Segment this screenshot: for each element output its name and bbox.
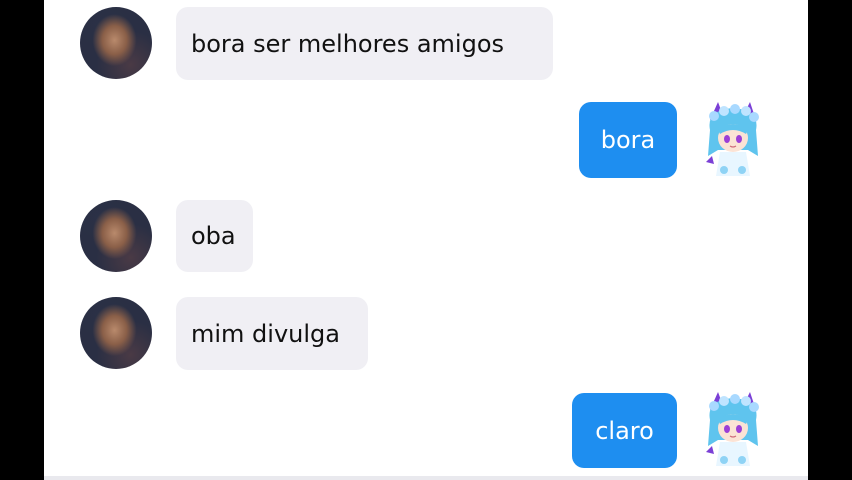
outgoing-message-bubble[interactable]: claro [572,393,677,468]
anime-character-icon [706,102,759,176]
my-avatar-icon[interactable] [702,100,764,176]
message-text: mim divulga [191,319,340,348]
chat-conversation: bora ser melhores amigos bora oba mim di… [44,0,808,476]
message-text: bora [600,126,656,154]
bottom-divider [44,476,808,480]
incoming-message-bubble[interactable]: mim divulga [176,297,368,370]
anime-character-icon [706,392,759,466]
friend-avatar[interactable] [80,200,152,272]
friend-avatar[interactable] [80,7,152,79]
message-text: bora ser melhores amigos [191,29,505,58]
outgoing-message-bubble[interactable]: bora [579,102,677,178]
incoming-message-bubble[interactable]: oba [176,200,253,272]
friend-avatar[interactable] [80,297,152,369]
message-text: oba [191,222,236,250]
message-text: claro [595,416,654,445]
incoming-message-bubble[interactable]: bora ser melhores amigos [176,7,553,80]
my-avatar-icon[interactable] [702,390,764,466]
